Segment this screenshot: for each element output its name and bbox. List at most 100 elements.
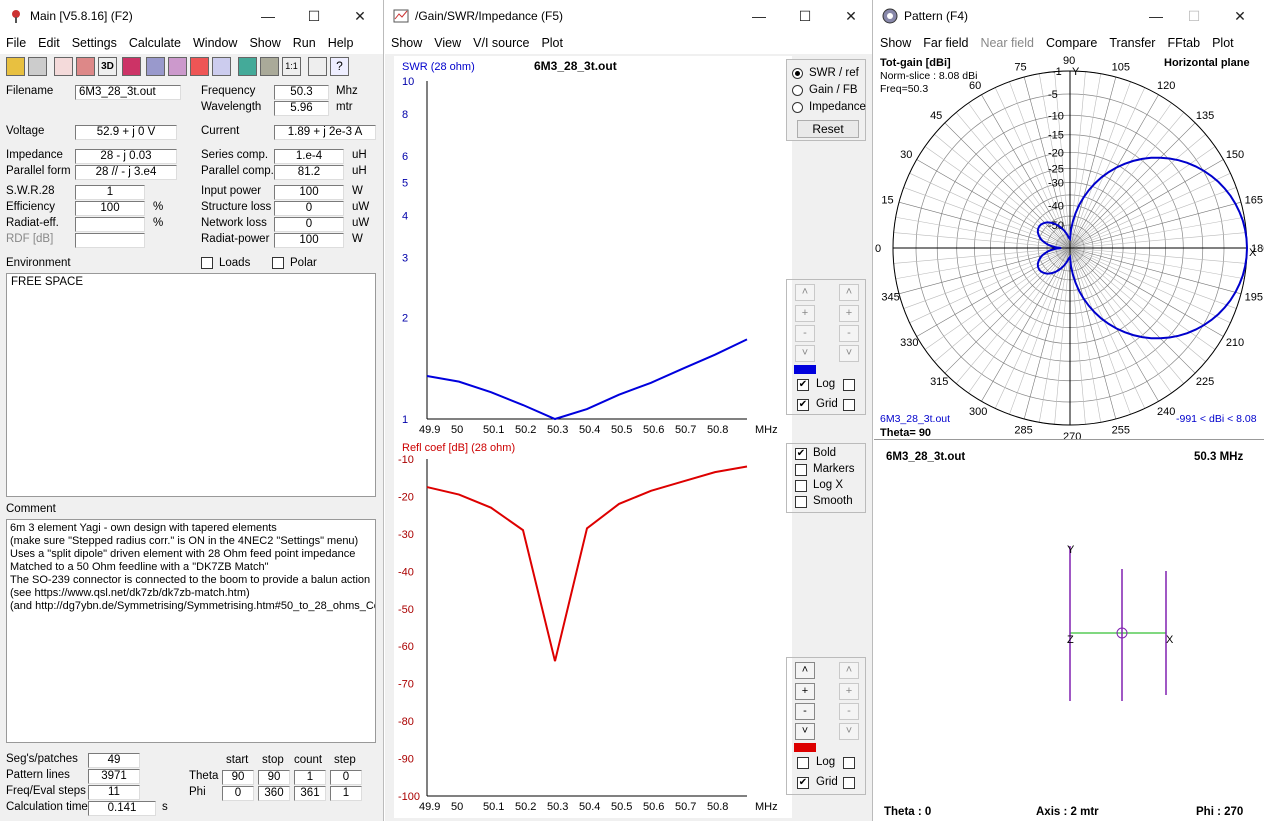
main-menu-edit[interactable]: Edit xyxy=(32,32,66,50)
gain-minimize-button[interactable]: — xyxy=(749,6,769,26)
swr-up-left[interactable]: ˄ xyxy=(795,284,815,301)
theta-count[interactable]: 1 xyxy=(294,770,326,785)
3d-view-icon[interactable]: 3D xyxy=(98,57,117,76)
polar-spoke xyxy=(1069,76,1117,249)
theta-stop[interactable]: 90 xyxy=(258,770,290,785)
swr-up-right[interactable]: ˄ xyxy=(839,284,859,301)
refl-plus-left[interactable]: + xyxy=(795,683,815,700)
swr-down-right[interactable]: ˅ xyxy=(839,345,859,362)
refl-grid-checkbox[interactable]: ✔ xyxy=(797,777,809,789)
gain-close-button[interactable]: ✕ xyxy=(841,6,861,26)
main-menu-calculate[interactable]: Calculate xyxy=(123,32,187,50)
phi-stop[interactable]: 360 xyxy=(258,786,290,801)
pattern-menu-compare[interactable]: Compare xyxy=(1040,32,1103,50)
swr-title: SWR (28 ohm) xyxy=(402,61,475,73)
pattern-menu-far-field[interactable]: Far field xyxy=(917,32,974,50)
pattern-menu-near-field[interactable]: Near field xyxy=(974,32,1040,50)
edit-icon[interactable] xyxy=(122,57,141,76)
gain-fb-radio[interactable] xyxy=(792,85,803,96)
main-menu-window[interactable]: Window xyxy=(187,32,243,50)
refl-grid-right-checkbox[interactable] xyxy=(843,777,855,789)
main-menu-run[interactable]: Run xyxy=(287,32,322,50)
polar-checkbox[interactable] xyxy=(272,257,284,269)
phi-start[interactable]: 0 xyxy=(222,786,254,801)
graph-icon[interactable] xyxy=(168,57,187,76)
pattern-icon[interactable] xyxy=(146,57,165,76)
maximize-button[interactable]: ☐ xyxy=(304,6,324,26)
swr-log-checkbox[interactable]: ✔ xyxy=(797,379,809,391)
swr-grid-checkbox[interactable]: ✔ xyxy=(797,399,809,411)
refl-minus-left[interactable]: - xyxy=(795,703,815,720)
phi-count[interactable]: 361 xyxy=(294,786,326,801)
environment-textarea[interactable]: FREE SPACE xyxy=(6,273,376,497)
target-icon[interactable] xyxy=(190,57,209,76)
refl-up-left[interactable]: ˄ xyxy=(795,662,815,679)
refl-log-right-checkbox[interactable] xyxy=(843,757,855,769)
main-menu-help[interactable]: Help xyxy=(322,32,360,50)
refl-down-right[interactable]: ˅ xyxy=(839,723,859,740)
swr-color-swatch[interactable] xyxy=(794,365,816,374)
open-file-icon[interactable] xyxy=(6,57,25,76)
ratio-icon[interactable]: 1:1 xyxy=(282,57,301,76)
radiat-eff-label: Radiat-eff. xyxy=(6,217,59,229)
swr-plus-left[interactable]: + xyxy=(795,305,815,322)
gain-menu-view[interactable]: View xyxy=(428,32,467,50)
impedance-radio[interactable] xyxy=(792,102,803,113)
help-icon[interactable]: ? xyxy=(330,57,349,76)
refl-x-tick: 50.5 xyxy=(611,801,632,813)
cube-icon[interactable] xyxy=(76,57,95,76)
pattern-menu-show[interactable]: Show xyxy=(874,32,917,50)
swr-plus-right[interactable]: + xyxy=(839,305,859,322)
swr-down-left[interactable]: ˅ xyxy=(795,345,815,362)
filename-field[interactable]: 6M3_28_3t.out xyxy=(75,85,181,100)
pattern-menu-fftab[interactable]: FFtab xyxy=(1161,32,1206,50)
main-menu-show[interactable]: Show xyxy=(243,32,286,50)
gain-menu-plot[interactable]: Plot xyxy=(535,32,569,50)
polar-spoke xyxy=(1009,247,1071,415)
calculator-icon[interactable] xyxy=(238,57,257,76)
swr-minus-right[interactable]: - xyxy=(839,325,859,342)
book-icon[interactable] xyxy=(308,57,327,76)
refl-log-checkbox[interactable] xyxy=(797,757,809,769)
save-icon[interactable] xyxy=(28,57,47,76)
swr-minus-left[interactable]: - xyxy=(795,325,815,342)
reset-button[interactable]: Reset xyxy=(797,120,859,138)
refl-color-swatch[interactable] xyxy=(794,743,816,752)
main-menu-file[interactable]: File xyxy=(0,32,32,50)
pattern-menu-transfer[interactable]: Transfer xyxy=(1103,32,1161,50)
refl-up-right[interactable]: ˄ xyxy=(839,662,859,679)
refl-minus-right[interactable]: - xyxy=(839,703,859,720)
gain-maximize-button[interactable]: ☐ xyxy=(795,6,815,26)
markers-checkbox[interactable] xyxy=(795,464,807,476)
theta-start[interactable]: 90 xyxy=(222,770,254,785)
swr-grid-right-checkbox[interactable] xyxy=(843,399,855,411)
close-button[interactable]: ✕ xyxy=(350,6,370,26)
refl-plus-right[interactable]: + xyxy=(839,683,859,700)
gain-menu-show[interactable]: Show xyxy=(385,32,428,50)
antenna-icon[interactable] xyxy=(54,57,73,76)
logx-checkbox[interactable] xyxy=(795,480,807,492)
pattern-minimize-button[interactable]: — xyxy=(1146,6,1166,26)
grid-icon[interactable] xyxy=(260,57,279,76)
theta-step[interactable]: 0 xyxy=(330,770,362,785)
pattern-menu-plot[interactable]: Plot xyxy=(1206,32,1240,50)
pattern-title: Pattern (F4) xyxy=(904,9,969,23)
loads-checkbox[interactable] xyxy=(201,257,213,269)
bold-checkbox[interactable]: ✔ xyxy=(795,448,807,460)
swr-log-right-checkbox[interactable] xyxy=(843,379,855,391)
main-menu-settings[interactable]: Settings xyxy=(66,32,123,50)
refl-y-tick: -50 xyxy=(398,604,414,616)
network-loss-label: Network loss xyxy=(201,217,267,229)
phi-step[interactable]: 1 xyxy=(330,786,362,801)
optimizer-icon[interactable] xyxy=(212,57,231,76)
pattern-close-button[interactable]: ✕ xyxy=(1230,6,1250,26)
minimize-button[interactable]: — xyxy=(258,6,278,26)
comment-textarea[interactable]: 6m 3 element Yagi - own design with tape… xyxy=(6,519,376,743)
smooth-checkbox[interactable] xyxy=(795,496,807,508)
swr-ref-radio[interactable] xyxy=(792,68,803,79)
pattern-maximize-button[interactable]: ☐ xyxy=(1184,6,1204,26)
gain-menu-v-i-source[interactable]: V/I source xyxy=(467,32,535,50)
frequency-field[interactable]: 50.3 xyxy=(274,85,329,100)
network-loss-unit: uW xyxy=(352,217,370,229)
refl-down-left[interactable]: ˅ xyxy=(795,723,815,740)
